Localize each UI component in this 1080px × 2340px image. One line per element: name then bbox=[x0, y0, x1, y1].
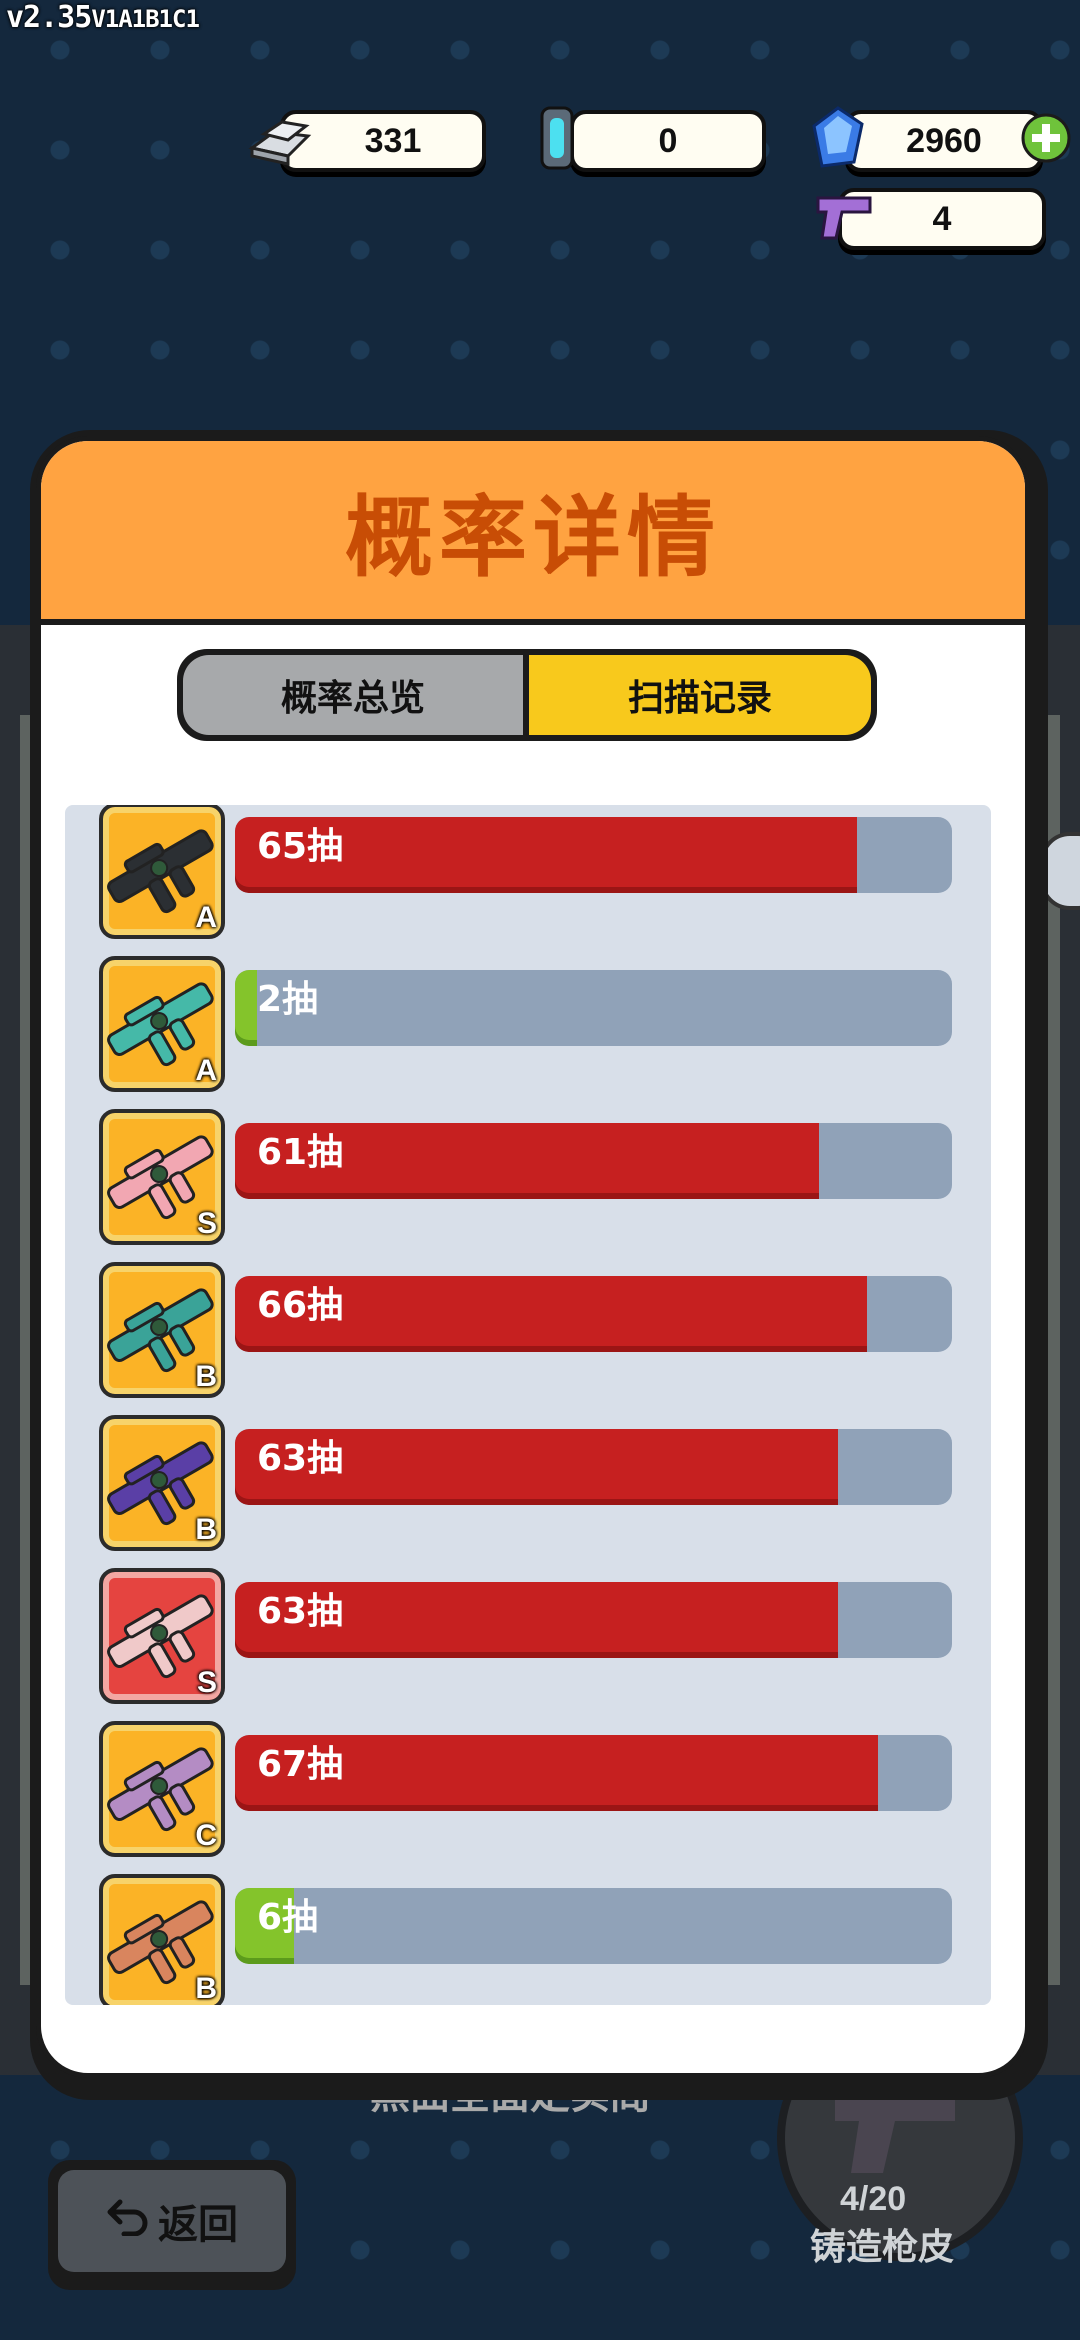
modal-header: 概率详情 bbox=[41, 441, 1025, 625]
pull-count-fill bbox=[235, 970, 257, 1046]
pull-count-bar: 67抽 bbox=[235, 1735, 952, 1811]
pull-count-label: 66抽 bbox=[257, 1285, 344, 1326]
gun-skin-thumbnail[interactable]: B bbox=[99, 1874, 225, 2005]
gun-skin-thumbnail[interactable]: B bbox=[99, 1262, 225, 1398]
back-button[interactable]: 返回 bbox=[48, 2160, 296, 2290]
capsule-counter: 0 bbox=[570, 110, 766, 172]
record-row: C 67抽 bbox=[65, 1721, 991, 1875]
grade-badge: A bbox=[195, 901, 217, 934]
pull-count-bar: 61抽 bbox=[235, 1123, 952, 1199]
pull-count-bar: 6抽 bbox=[235, 1888, 952, 1964]
record-row: B 63抽 bbox=[65, 1415, 991, 1569]
grade-badge: B bbox=[195, 1513, 217, 1546]
pull-count-label: 6抽 bbox=[257, 1897, 319, 1938]
back-label: 返回 bbox=[158, 2202, 238, 2248]
record-row: A 65抽 bbox=[65, 805, 991, 957]
pull-count-bar: 65抽 bbox=[235, 817, 952, 893]
tab-bar: 概率总览 扫描记录 bbox=[177, 649, 877, 741]
silver-bar-icon bbox=[244, 112, 316, 172]
pull-count-label: 65抽 bbox=[257, 826, 344, 867]
diamond-counter: 2960 bbox=[845, 110, 1043, 172]
diamond-amount: 2960 bbox=[906, 121, 982, 160]
capsule-amount: 0 bbox=[658, 121, 678, 160]
pull-count-bar: 2抽 bbox=[235, 970, 952, 1046]
record-row: B 6抽 bbox=[65, 1874, 991, 2005]
forge-count: 4/20 bbox=[840, 2180, 907, 2218]
record-row: S 61抽 bbox=[65, 1109, 991, 1263]
probability-modal: 概率详情 概率总览 扫描记录 A 65抽 A 2抽 S 61抽 B 66抽 B 63抽 S 63抽 C 6… bbox=[36, 436, 1030, 2078]
gun-skin-thumbnail[interactable]: B bbox=[99, 1415, 225, 1551]
return-arrow-icon bbox=[106, 2196, 150, 2246]
gun-skin-thumbnail[interactable]: A bbox=[99, 956, 225, 1092]
silver-amount: 331 bbox=[364, 121, 422, 160]
scan-record-list[interactable]: A 65抽 A 2抽 S 61抽 B 66抽 B 63抽 S 63抽 C 67抽 B 6抽 bbox=[65, 805, 991, 2005]
modal-title: 概率详情 bbox=[344, 485, 721, 589]
pull-count-bar: 66抽 bbox=[235, 1276, 952, 1352]
record-row: B 66抽 bbox=[65, 1262, 991, 1416]
gun-ticket-amount: 4 bbox=[932, 199, 952, 238]
pull-count-label: 2抽 bbox=[257, 979, 319, 1020]
pull-count-bar: 63抽 bbox=[235, 1582, 952, 1658]
pull-count-label: 67抽 bbox=[257, 1744, 344, 1785]
add-diamond-button[interactable] bbox=[1020, 112, 1072, 168]
pull-count-bar: 63抽 bbox=[235, 1429, 952, 1505]
version-label: v2.35V1A1B1C1 bbox=[6, 0, 200, 35]
gun-skin-thumbnail[interactable]: S bbox=[99, 1568, 225, 1704]
pull-count-label: 63抽 bbox=[257, 1438, 344, 1479]
capsule-icon bbox=[534, 104, 580, 176]
pull-count-label: 63抽 bbox=[257, 1591, 344, 1632]
pull-count-label: 61抽 bbox=[257, 1132, 344, 1173]
tab-probability-overview[interactable]: 概率总览 bbox=[183, 655, 523, 735]
pistol-icon bbox=[812, 188, 876, 248]
forge-label: 铸造枪皮 bbox=[810, 2227, 955, 2268]
grade-badge: S bbox=[196, 1207, 217, 1240]
grade-badge: B bbox=[195, 1972, 217, 2005]
record-row: A 2抽 bbox=[65, 956, 991, 1110]
grade-badge: B bbox=[195, 1360, 217, 1393]
diamond-icon bbox=[810, 104, 866, 176]
record-row: S 63抽 bbox=[65, 1568, 991, 1722]
gun-skin-thumbnail[interactable]: S bbox=[99, 1109, 225, 1245]
gun-skin-thumbnail[interactable]: A bbox=[99, 805, 225, 939]
gun-skin-thumbnail[interactable]: C bbox=[99, 1721, 225, 1857]
grade-badge: A bbox=[195, 1054, 217, 1087]
tab-scan-records[interactable]: 扫描记录 bbox=[529, 655, 871, 735]
grade-badge: S bbox=[196, 1666, 217, 1699]
grade-badge: C bbox=[195, 1819, 217, 1852]
